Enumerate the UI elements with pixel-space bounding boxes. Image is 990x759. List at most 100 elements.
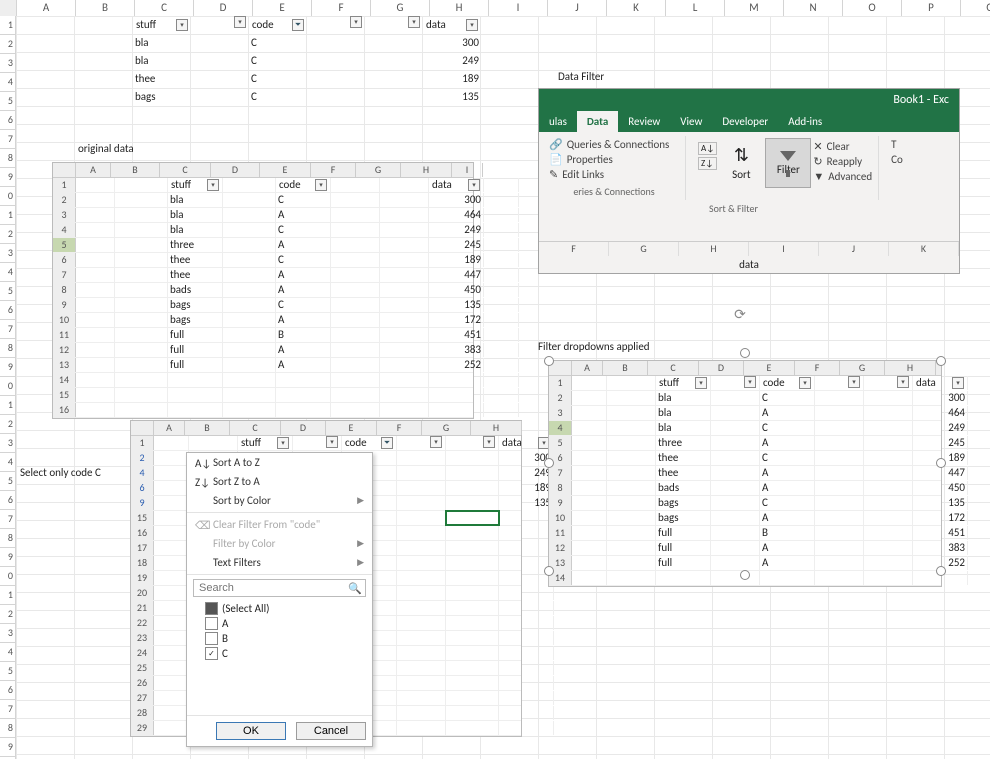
cell[interactable]: bads [656, 481, 711, 495]
selection-handle[interactable] [936, 566, 946, 576]
cell[interactable] [864, 451, 913, 465]
cell[interactable] [815, 511, 864, 525]
cell[interactable]: C [760, 496, 815, 510]
filter-item-a[interactable]: A [205, 616, 364, 631]
cell[interactable] [815, 421, 864, 435]
row-header[interactable]: 0 [0, 567, 16, 586]
row-header[interactable]: 11 [53, 328, 76, 342]
cell[interactable]: bla [133, 52, 151, 70]
cell[interactable] [223, 313, 276, 327]
col-header[interactable]: D [211, 163, 260, 177]
cell[interactable]: B [760, 526, 815, 540]
col-header[interactable]: F [311, 163, 356, 177]
row-header[interactable]: 7 [549, 466, 572, 480]
row-header[interactable]: 7 [0, 320, 16, 339]
col-header[interactable]: Q [961, 0, 990, 16]
row-header[interactable]: 2 [0, 35, 16, 54]
cell[interactable]: 172 [429, 313, 484, 327]
col-header[interactable]: E [260, 163, 311, 177]
cell[interactable] [864, 541, 913, 555]
filter-dropdown-icon[interactable] [207, 179, 219, 191]
row-header[interactable]: 3 [0, 244, 16, 263]
cell[interactable] [864, 406, 913, 420]
cell[interactable] [572, 451, 607, 465]
cell[interactable] [607, 421, 656, 435]
cell[interactable] [484, 283, 519, 297]
cell[interactable] [864, 466, 913, 480]
col-header[interactable]: K [607, 0, 666, 16]
cell[interactable] [115, 313, 168, 327]
row-header[interactable]: 3 [0, 54, 16, 73]
cell[interactable]: bla [133, 34, 151, 52]
cell[interactable] [331, 283, 380, 297]
cell[interactable] [484, 208, 519, 222]
cell[interactable] [380, 223, 429, 237]
cell[interactable]: A [760, 466, 815, 480]
cell[interactable]: A [760, 406, 815, 420]
cell[interactable] [380, 298, 429, 312]
text-filters[interactable]: Text Filters▶ [187, 553, 372, 572]
cell[interactable] [331, 313, 380, 327]
cell[interactable]: bla [656, 406, 711, 420]
cell[interactable] [115, 223, 168, 237]
cell[interactable] [711, 526, 760, 540]
cell[interactable] [380, 238, 429, 252]
cell[interactable] [711, 556, 760, 570]
cell[interactable] [223, 208, 276, 222]
filter-dropdown-icon[interactable] [695, 377, 707, 389]
cell[interactable] [607, 481, 656, 495]
cell[interactable] [115, 238, 168, 252]
cell[interactable]: 300 [429, 193, 484, 207]
cell[interactable] [115, 343, 168, 357]
col-header[interactable]: M [725, 0, 784, 16]
row-header[interactable]: 7 [0, 700, 16, 719]
filter-dropdown-icon[interactable] [176, 19, 188, 31]
cell[interactable] [484, 298, 519, 312]
row-header[interactable]: 10 [53, 313, 76, 327]
cell[interactable] [331, 223, 380, 237]
row-header[interactable]: 10 [549, 511, 572, 525]
cell[interactable] [484, 313, 519, 327]
selection-handle[interactable] [740, 570, 750, 580]
cell[interactable]: 249 [423, 52, 481, 70]
cell[interactable] [380, 193, 429, 207]
cell[interactable] [331, 328, 380, 342]
cell[interactable] [711, 391, 760, 405]
cell[interactable]: bags [168, 298, 223, 312]
cell[interactable]: A [760, 511, 815, 525]
cell[interactable]: C [276, 253, 331, 267]
cell[interactable] [572, 541, 607, 555]
col-header[interactable]: L [666, 0, 725, 16]
selection-handle[interactable] [740, 348, 750, 358]
cell[interactable] [223, 358, 276, 372]
selection-handle[interactable] [544, 356, 554, 366]
filter-dropdown-icon[interactable] [848, 376, 860, 388]
sort-az-icon[interactable]: A↓ [698, 142, 717, 155]
col-header[interactable]: N [784, 0, 843, 16]
cell[interactable]: thee [133, 70, 157, 88]
cell[interactable]: A [276, 283, 331, 297]
cell[interactable] [572, 421, 607, 435]
cell[interactable] [76, 268, 115, 282]
cell[interactable]: thee [656, 451, 711, 465]
col-header[interactable]: H [430, 0, 489, 16]
cell[interactable] [815, 391, 864, 405]
col-header[interactable]: P [902, 0, 961, 16]
col-header[interactable]: G [356, 163, 401, 177]
cell[interactable] [223, 238, 276, 252]
cell[interactable] [572, 481, 607, 495]
cell[interactable] [223, 283, 276, 297]
cell[interactable] [115, 268, 168, 282]
row-header[interactable]: 6 [0, 681, 16, 700]
col-header[interactable]: H [401, 163, 452, 177]
cell[interactable]: A [760, 481, 815, 495]
col-header[interactable]: C [135, 0, 194, 16]
selection-handle[interactable] [936, 356, 946, 366]
cell[interactable] [331, 358, 380, 372]
cell[interactable] [572, 496, 607, 510]
row-header[interactable]: 9 [549, 496, 572, 510]
cell[interactable]: 245 [429, 238, 484, 252]
cell[interactable]: thee [168, 253, 223, 267]
row-header[interactable]: 1 [0, 16, 16, 35]
cell[interactable] [864, 391, 913, 405]
